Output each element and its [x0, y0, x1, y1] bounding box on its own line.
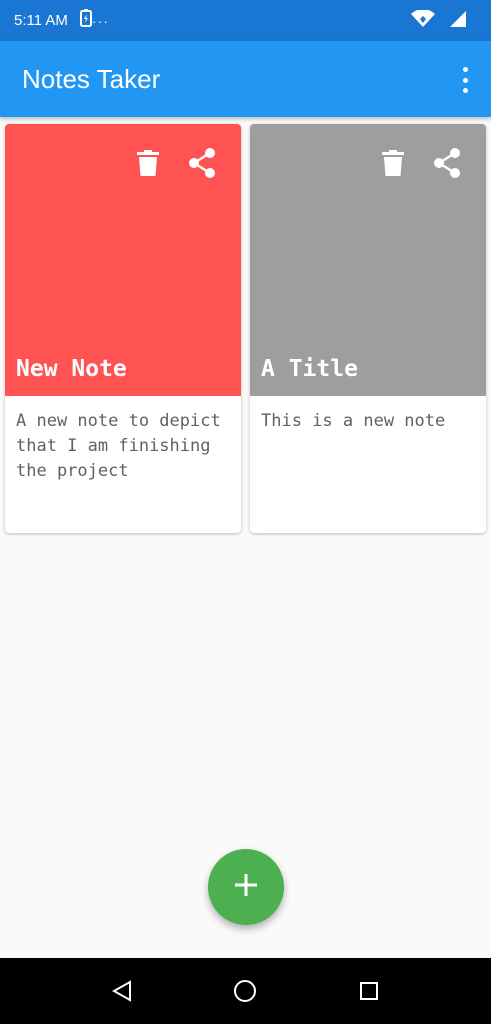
- app-title: Notes Taker: [22, 63, 161, 94]
- note-card[interactable]: New Note A new note to depict that I am …: [5, 124, 241, 533]
- share-icon[interactable]: [187, 148, 217, 178]
- note-title: New Note: [16, 356, 127, 382]
- back-icon[interactable]: [107, 976, 137, 1006]
- note-card-header: A Title: [250, 124, 486, 396]
- status-bar: 5:11 AM ···: [0, 0, 491, 41]
- notification-dots: ···: [91, 12, 109, 29]
- signal-icon: [449, 10, 467, 33]
- add-icon: [235, 873, 257, 901]
- home-icon[interactable]: [230, 976, 260, 1006]
- wifi-icon: [411, 9, 435, 33]
- more-vert-icon[interactable]: [461, 67, 469, 93]
- system-nav-bar: [0, 958, 491, 1024]
- add-note-button[interactable]: [208, 849, 284, 925]
- note-title: A Title: [261, 356, 358, 382]
- note-card-actions: [378, 148, 462, 178]
- note-body: This is a new note: [261, 411, 446, 431]
- app-bar: Notes Taker: [0, 41, 491, 117]
- delete-icon[interactable]: [133, 148, 163, 178]
- recents-icon[interactable]: [354, 976, 384, 1006]
- note-card-actions: [133, 148, 217, 178]
- note-card[interactable]: A Title This is a new note: [250, 124, 486, 533]
- delete-icon[interactable]: [378, 148, 408, 178]
- share-icon[interactable]: [432, 148, 462, 178]
- note-body: A new note to depict that I am finishing…: [16, 411, 221, 481]
- note-card-header: New Note: [5, 124, 241, 396]
- battery-charging-icon: [79, 9, 92, 32]
- status-time: 5:11 AM: [14, 12, 68, 29]
